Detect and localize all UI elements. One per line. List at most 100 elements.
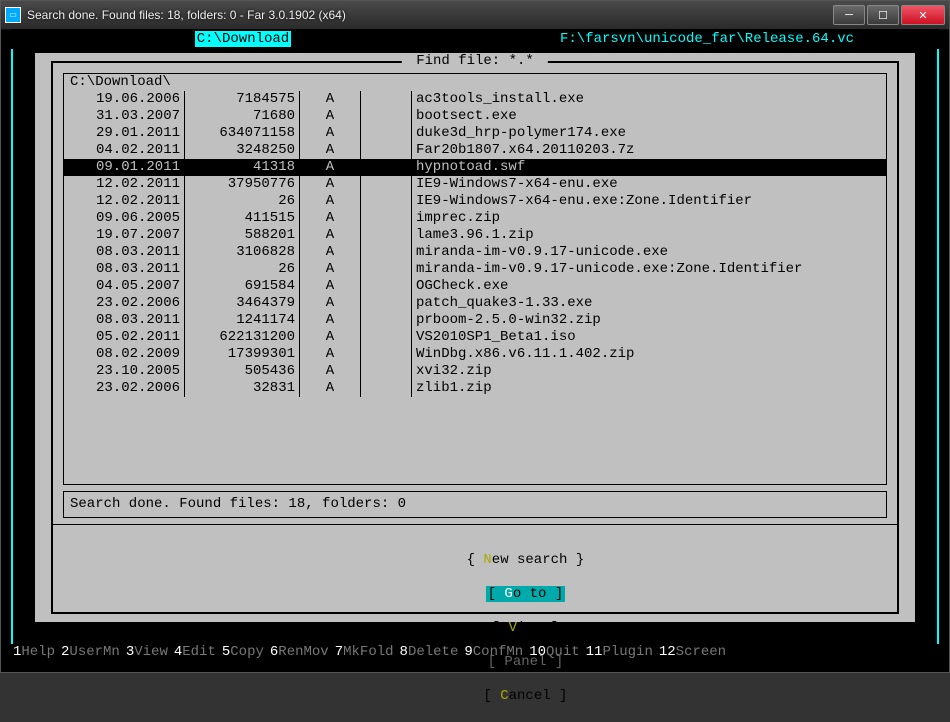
result-row[interactable]: 23.02.200632831Azlib1.zip <box>64 380 886 397</box>
result-row[interactable]: 09.06.2005411515Aimprec.zip <box>64 210 886 227</box>
result-row[interactable]: 08.03.20111241174Aprboom-2.5.0-win32.zip <box>64 312 886 329</box>
row-attr: A <box>300 363 361 380</box>
result-row[interactable]: 29.01.2011634071158Aduke3d_hrp-polymer17… <box>64 125 886 142</box>
row-filename: Far20b1807.x64.20110203.7z <box>412 142 886 159</box>
row-size: 3464379 <box>185 295 300 312</box>
panel-border-right <box>937 49 939 644</box>
row-spacer <box>361 142 412 159</box>
panel-border-left <box>11 49 13 644</box>
result-row[interactable]: 08.03.20113106828Amiranda-im-v0.9.17-uni… <box>64 244 886 261</box>
console-area: C:\Download F:\farsvn\unicode_far\Releas… <box>11 29 939 662</box>
result-row[interactable]: 23.10.2005505436Axvi32.zip <box>64 363 886 380</box>
row-attr: A <box>300 278 361 295</box>
row-attr: A <box>300 329 361 346</box>
titlebar[interactable]: ▭ Search done. Found files: 18, folders:… <box>1 1 949 30</box>
row-size: 588201 <box>185 227 300 244</box>
row-filename: OGCheck.exe <box>412 278 886 295</box>
row-spacer <box>361 295 412 312</box>
row-filename: lame3.96.1.zip <box>412 227 886 244</box>
close-button[interactable]: ✕ <box>901 5 945 25</box>
result-row[interactable]: 12.02.201126AIE9-Windows7-x64-enu.exe:Zo… <box>64 193 886 210</box>
row-spacer <box>361 312 412 329</box>
view-button[interactable]: [ View ] <box>492 620 559 636</box>
row-filename: bootsect.exe <box>412 108 886 125</box>
result-row[interactable]: 12.02.201137950776AIE9-Windows7-x64-enu.… <box>64 176 886 193</box>
maximize-button[interactable]: ☐ <box>867 5 899 25</box>
keybar-item-10[interactable]: 10Quit <box>529 644 579 662</box>
app-window: ▭ Search done. Found files: 18, folders:… <box>0 0 950 673</box>
result-row[interactable]: 08.02.200917399301AWinDbg.x86.v6.11.1.40… <box>64 346 886 363</box>
window-controls: ─ ☐ ✕ <box>833 5 945 25</box>
result-row[interactable]: 19.07.2007588201Alame3.96.1.zip <box>64 227 886 244</box>
keybar-item-2[interactable]: 2UserMn <box>61 644 120 662</box>
keybar-item-3[interactable]: 3View <box>126 644 168 662</box>
row-size: 3248250 <box>185 142 300 159</box>
panel-tabs: C:\Download F:\farsvn\unicode_far\Releas… <box>11 31 939 49</box>
row-attr: A <box>300 346 361 363</box>
result-row[interactable]: 23.02.20063464379Apatch_quake3-1.33.exe <box>64 295 886 312</box>
row-filename: prboom-2.5.0-win32.zip <box>412 312 886 329</box>
cancel-button[interactable]: [ Cancel ] <box>483 688 567 704</box>
row-size: 32831 <box>185 380 300 397</box>
row-date: 08.03.2011 <box>64 244 185 261</box>
row-date: 19.06.2006 <box>64 91 185 108</box>
row-filename: WinDbg.x86.v6.11.1.402.zip <box>412 346 886 363</box>
result-row[interactable]: 31.03.200771680Abootsect.exe <box>64 108 886 125</box>
row-date: 12.02.2011 <box>64 193 185 210</box>
result-row[interactable]: 05.02.2011622131200AVS2010SP1_Beta1.iso <box>64 329 886 346</box>
keybar-item-12[interactable]: 12Screen <box>659 644 726 662</box>
keybar-item-8[interactable]: 8Delete <box>400 644 459 662</box>
row-date: 31.03.2007 <box>64 108 185 125</box>
dialog-title: Find file: *.* <box>402 53 548 70</box>
row-attr: A <box>300 159 361 176</box>
keybar-item-4[interactable]: 4Edit <box>174 644 216 662</box>
search-path: C:\Download\ <box>64 74 886 91</box>
row-size: 41318 <box>185 159 300 176</box>
row-spacer <box>361 193 412 210</box>
result-row[interactable]: 08.03.201126Amiranda-im-v0.9.17-unicode.… <box>64 261 886 278</box>
row-filename: ac3tools_install.exe <box>412 91 886 108</box>
goto-button[interactable]: [ Go to ] <box>486 586 566 602</box>
row-attr: A <box>300 142 361 159</box>
row-date: 05.02.2011 <box>64 329 185 346</box>
row-date: 08.03.2011 <box>64 312 185 329</box>
row-attr: A <box>300 176 361 193</box>
row-spacer <box>361 227 412 244</box>
row-date: 08.02.2009 <box>64 346 185 363</box>
row-spacer <box>361 210 412 227</box>
row-size: 691584 <box>185 278 300 295</box>
row-attr: A <box>300 210 361 227</box>
row-attr: A <box>300 125 361 142</box>
keybar-item-11[interactable]: 11Plugin <box>586 644 653 662</box>
result-row[interactable]: 04.05.2007691584AOGCheck.exe <box>64 278 886 295</box>
row-spacer <box>361 244 412 261</box>
separator <box>53 524 897 525</box>
row-attr: A <box>300 312 361 329</box>
keybar-item-5[interactable]: 5Copy <box>222 644 264 662</box>
result-row[interactable]: 04.02.20113248250A Far20b1807.x64.2011020… <box>64 142 886 159</box>
keybar-item-7[interactable]: 7MkFold <box>335 644 394 662</box>
left-panel-tab[interactable]: C:\Download <box>11 31 475 49</box>
row-filename: miranda-im-v0.9.17-unicode.exe <box>412 244 886 261</box>
results-list[interactable]: C:\Download\ 19.06.20067184575Aac3tools_… <box>63 73 887 485</box>
row-filename: patch_quake3-1.33.exe <box>412 295 886 312</box>
row-spacer <box>361 91 412 108</box>
result-row[interactable]: 09.01.201141318Ahypnotoad.swf <box>64 159 886 176</box>
new-search-button[interactable]: { New search } <box>467 552 585 568</box>
right-panel-tab[interactable]: F:\farsvn\unicode_far\Release.64.vc <box>475 31 939 49</box>
minimize-button[interactable]: ─ <box>833 5 865 25</box>
row-date: 29.01.2011 <box>64 125 185 142</box>
row-size: 37950776 <box>185 176 300 193</box>
row-attr: A <box>300 227 361 244</box>
keybar-item-6[interactable]: 6RenMov <box>270 644 329 662</box>
result-row[interactable]: 19.06.20067184575Aac3tools_install.exe <box>64 91 886 108</box>
row-date: 04.02.2011 <box>64 142 185 159</box>
keybar-item-9[interactable]: 9ConfMn <box>464 644 523 662</box>
keybar-item-1[interactable]: 1Help <box>13 644 55 662</box>
row-size: 26 <box>185 193 300 210</box>
row-size: 634071158 <box>185 125 300 142</box>
row-size: 7184575 <box>185 91 300 108</box>
dialog-buttons: { New search } [ Go to ] [ View ] [ Pane… <box>63 531 887 722</box>
status-text: Search done. Found files: 18, folders: 0 <box>70 496 880 513</box>
row-date: 09.01.2011 <box>64 159 185 176</box>
